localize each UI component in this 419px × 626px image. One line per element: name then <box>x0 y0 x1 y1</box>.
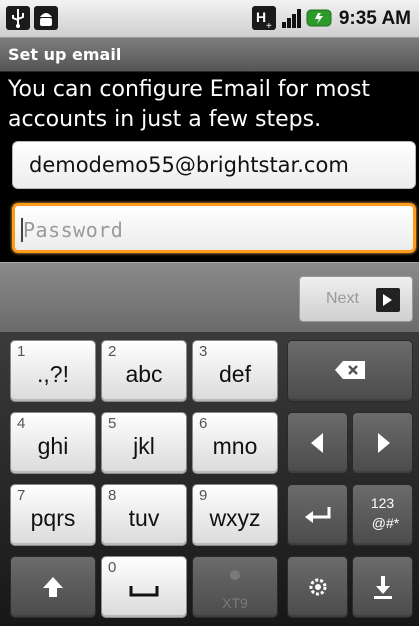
key-3[interactable]: 3 def <box>192 340 278 402</box>
svg-text:H: H <box>256 9 266 25</box>
next-button[interactable]: Next <box>299 276 413 322</box>
action-bar: Next <box>0 262 419 332</box>
xt9-indicator-icon <box>193 567 277 586</box>
symbols-label-bottom: @#* <box>371 515 400 531</box>
key-4[interactable]: 4 ghi <box>10 412 96 474</box>
hplus-icon: H + <box>252 6 276 32</box>
left-arrow-icon <box>288 431 347 459</box>
key-0-number: 0 <box>108 559 117 576</box>
next-label: Next <box>326 290 359 307</box>
key-7-letters: pqrs <box>30 505 76 531</box>
key-6-number: 6 <box>199 415 208 432</box>
key-2[interactable]: 2 abc <box>101 340 187 402</box>
email-value: demodemo55@brightstar.com <box>29 153 349 177</box>
title-bar: Set up email <box>0 38 419 72</box>
password-field[interactable]: Password <box>12 203 416 253</box>
key-5-letters: jkl <box>133 433 155 459</box>
key-8-number: 8 <box>108 487 117 504</box>
battery-icon <box>306 6 332 30</box>
key-1[interactable]: 1 .,?! <box>10 340 96 402</box>
android-icon <box>34 6 58 30</box>
key-8-letters: tuv <box>128 505 160 531</box>
status-bar: H + 9:35 AM <box>0 0 419 38</box>
shift-icon <box>11 575 95 603</box>
key-5-number: 5 <box>108 415 117 432</box>
key-3-letters: def <box>219 361 251 387</box>
symbols-key[interactable]: 123 @#* <box>352 484 413 546</box>
enter-key[interactable] <box>287 484 348 546</box>
key-4-letters: ghi <box>37 433 69 459</box>
backspace-key[interactable] <box>287 340 413 402</box>
key-9[interactable]: 9 wxyz <box>192 484 278 546</box>
key-2-letters: abc <box>125 361 163 387</box>
key-8[interactable]: 8 tuv <box>101 484 187 546</box>
svg-text:+: + <box>266 21 272 30</box>
key-5[interactable]: 5 jkl <box>101 412 187 474</box>
hide-keyboard-key[interactable] <box>352 556 413 618</box>
space-icon <box>102 583 186 602</box>
key-1-number: 1 <box>17 343 26 360</box>
shift-key[interactable] <box>10 556 96 618</box>
right-arrow-icon <box>353 431 412 459</box>
key-6-letters: mno <box>212 433 258 459</box>
symbols-label-top: 123 <box>370 495 395 511</box>
settings-key[interactable] <box>287 556 348 618</box>
password-placeholder: Password <box>23 218 124 242</box>
signal-icon <box>280 6 304 30</box>
space-key[interactable]: 0 <box>101 556 187 618</box>
download-icon <box>353 574 412 604</box>
key-6[interactable]: 6 mno <box>192 412 278 474</box>
enter-icon <box>288 505 347 529</box>
key-9-letters: wxyz <box>209 505 261 531</box>
backspace-icon <box>288 359 412 385</box>
key-7-number: 7 <box>17 487 26 504</box>
key-4-number: 4 <box>17 415 26 432</box>
usb-icon <box>6 6 30 30</box>
key-9-number: 9 <box>199 487 208 504</box>
right-arrow-key[interactable] <box>352 412 413 474</box>
keyboard: 1 .,?! 2 abc 3 def 4 ghi 5 jkl 6 mno 7 p… <box>0 332 419 626</box>
key-2-number: 2 <box>108 343 117 360</box>
status-time: 9:35 AM <box>338 8 411 29</box>
next-arrow-icon <box>376 288 400 312</box>
key-3-number: 3 <box>199 343 208 360</box>
left-arrow-key[interactable] <box>287 412 348 474</box>
key-7[interactable]: 7 pqrs <box>10 484 96 546</box>
xt9-key[interactable]: XT9 <box>192 556 278 618</box>
xt9-label: XT9 <box>222 595 248 611</box>
gear-icon <box>288 575 347 603</box>
email-field[interactable]: demodemo55@brightstar.com <box>12 141 416 189</box>
key-1-letters: .,?! <box>37 361 69 387</box>
page-title: Set up email <box>8 45 122 64</box>
intro-text: You can configure Email for most account… <box>8 77 371 132</box>
